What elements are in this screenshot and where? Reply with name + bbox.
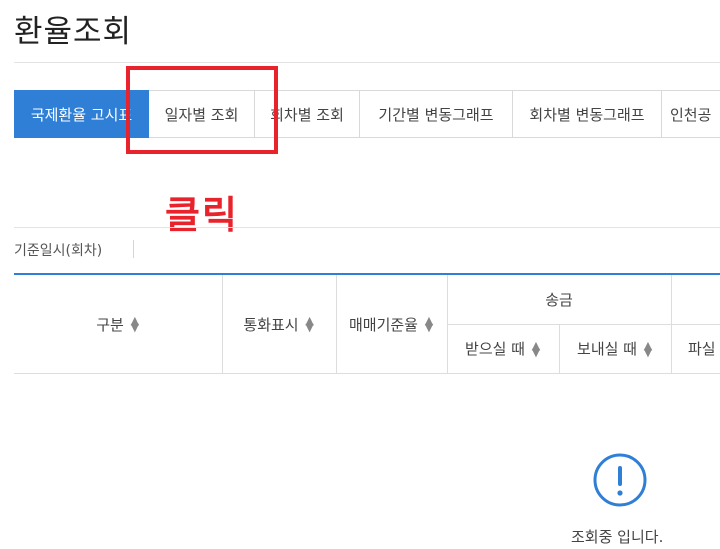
header-currency-label: 통화표시	[243, 315, 299, 334]
tab-round-graph[interactable]: 회차별 변동그래프	[513, 90, 662, 138]
sort-icon: ▲ ▼	[130, 314, 140, 334]
sort-icon: ▲ ▼	[305, 314, 314, 334]
sort-icon: ▲ ▼	[531, 338, 541, 359]
rate-table-header: 구분 ▲ ▼ 통화표시 ▲ ▼ 매매기준율 ▲ ▼ 송금 받으실 때 ▲ ▼ 보내실 때…	[14, 273, 720, 374]
exchange-rate-page: 환율조회 국제환율 고시표 일자별 조회 회차별 조회 기간별 변동그래프 회차…	[0, 0, 720, 549]
header-currency[interactable]: 통화표시 ▲ ▼	[222, 275, 336, 373]
tab-period-graph[interactable]: 기간별 변동그래프	[360, 90, 513, 138]
filter-divider	[14, 227, 720, 228]
header-receive[interactable]: 받으실 때 ▲ ▼	[447, 324, 559, 373]
loading-message: 조회중 입니다.	[571, 528, 664, 546]
date-label: 기준일시(회차)	[14, 243, 103, 259]
header-base-rate[interactable]: 매매기준율 ▲ ▼	[336, 275, 447, 373]
date-separator	[133, 240, 134, 258]
header-send-label: 보내실 때	[577, 340, 637, 358]
header-receive-label: 받으실 때	[465, 340, 525, 358]
tab-incheon[interactable]: 인천공	[662, 90, 720, 138]
click-annotation: 클릭	[165, 193, 239, 237]
sort-icon: ▲ ▼	[643, 338, 653, 359]
header-category-label: 구분	[96, 315, 124, 334]
sort-icon: ▲ ▼	[424, 314, 434, 334]
tab-bar: 국제환율 고시표 일자별 조회 회차별 조회 기간별 변동그래프 회차별 변동그…	[14, 90, 720, 138]
title-divider	[14, 62, 720, 63]
click-highlight-box	[126, 66, 278, 154]
header-base-rate-label: 매매기준율	[348, 315, 418, 334]
exclamation-icon	[593, 453, 647, 507]
header-category[interactable]: 구분 ▲ ▼	[14, 275, 222, 373]
header-remittance: 송금	[545, 291, 573, 309]
header-cut[interactable]: 파실	[688, 324, 720, 373]
header-send[interactable]: 보내실 때 ▲ ▼	[559, 324, 671, 373]
page-title: 환율조회	[14, 14, 133, 50]
